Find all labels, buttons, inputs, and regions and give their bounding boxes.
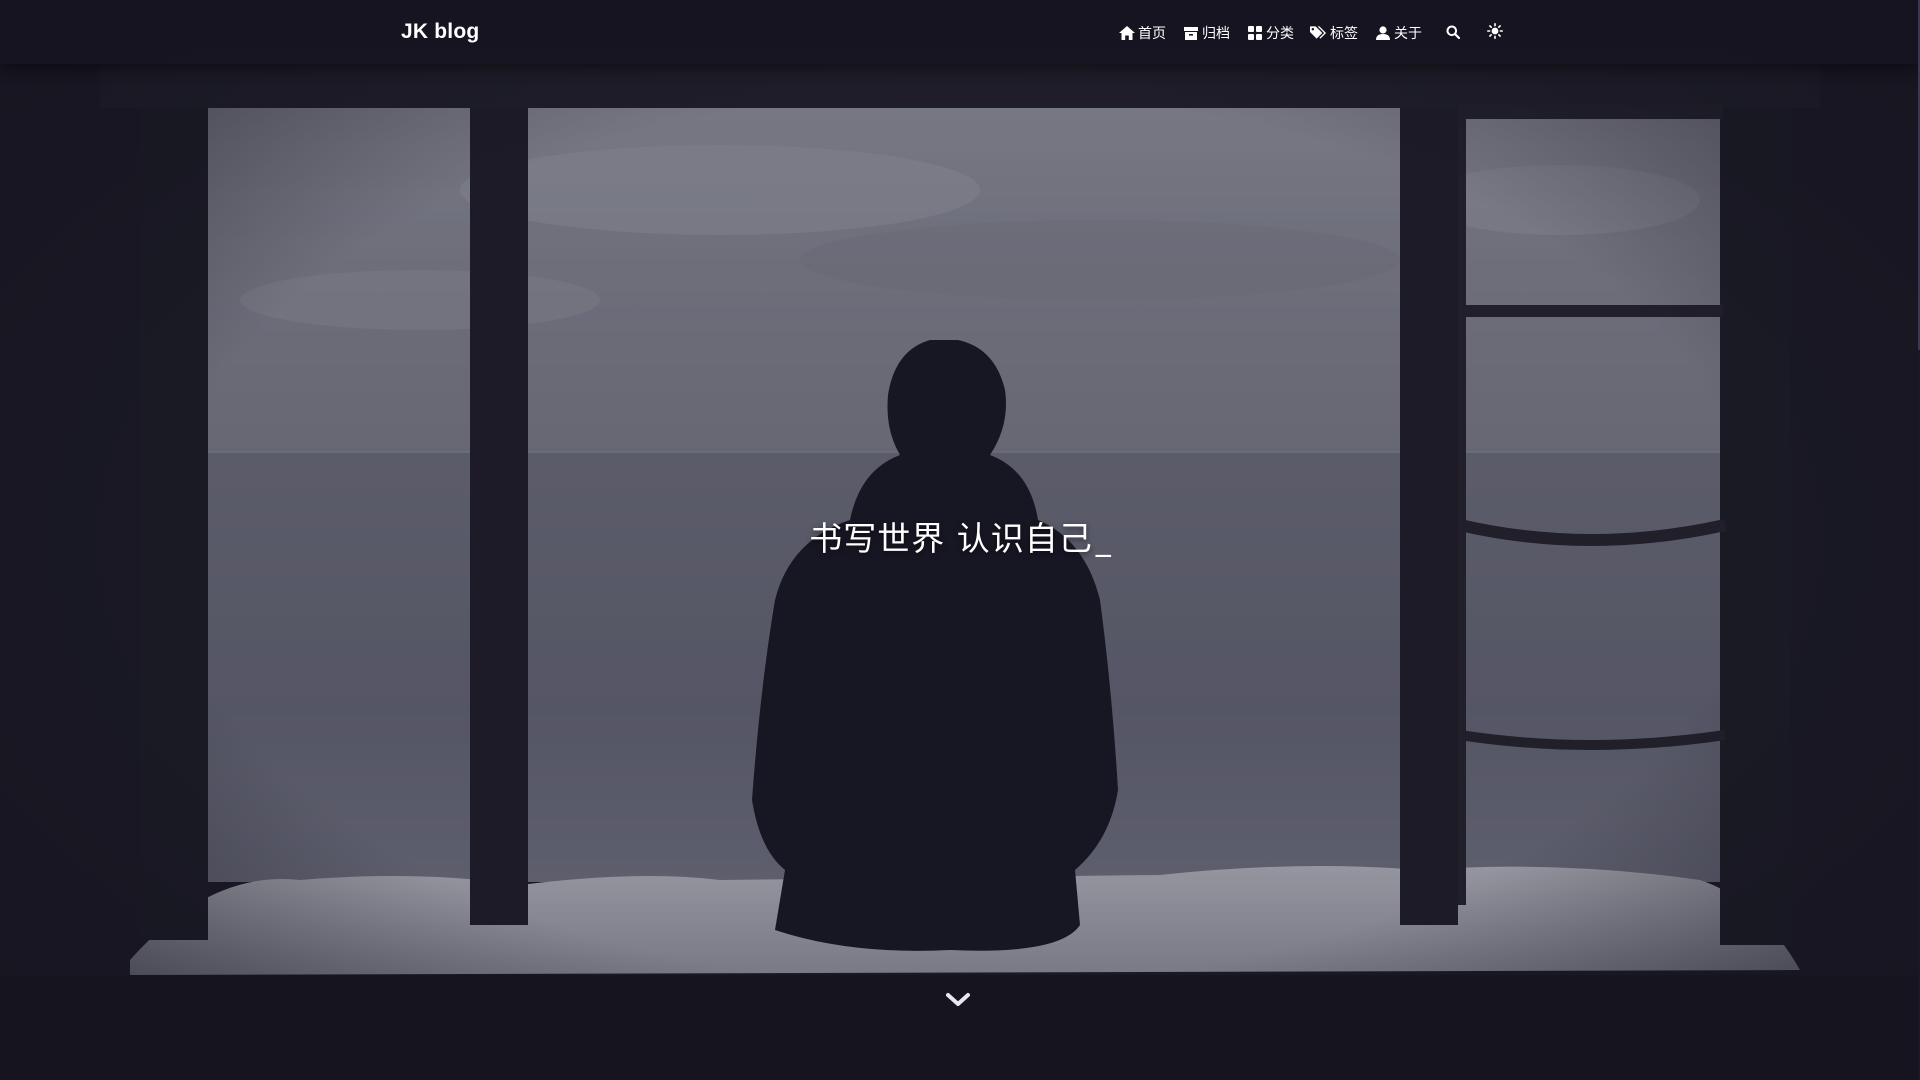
- nav-item-category-label: 分类: [1266, 26, 1294, 42]
- hero-subtitle: 书写世界 认识自己: [809, 519, 1093, 558]
- nav-item-home[interactable]: 首页: [1118, 23, 1166, 43]
- nav-item-archive[interactable]: 归档: [1182, 23, 1230, 43]
- user-icon: [1374, 25, 1391, 41]
- navbar: JK blog 首页 归档 分类 标签 关于: [0, 0, 1920, 64]
- nav-item-category[interactable]: 分类: [1246, 23, 1294, 43]
- category-icon: [1246, 25, 1263, 41]
- chevron-down-icon: [946, 992, 970, 1012]
- scroll-down-button[interactable]: [943, 990, 973, 1014]
- nav-item-about[interactable]: 关于: [1374, 23, 1422, 43]
- home-icon: [1118, 25, 1135, 41]
- page: JK blog 首页 归档 分类 标签 关于 书写世界 认识自己 _: [0, 0, 1920, 1080]
- archive-icon: [1182, 25, 1199, 41]
- theme-toggle-icon: [1487, 23, 1503, 43]
- search-button[interactable]: [1442, 22, 1464, 44]
- tags-icon: [1310, 25, 1327, 41]
- nav-item-archive-label: 归档: [1202, 26, 1230, 42]
- brand-title[interactable]: JK blog: [401, 20, 479, 44]
- nav-menu: 首页 归档 分类 标签 关于: [1118, 21, 1522, 45]
- nav-item-tags[interactable]: 标签: [1310, 23, 1358, 43]
- theme-toggle-button[interactable]: [1484, 22, 1506, 44]
- typing-cursor: _: [1095, 523, 1111, 558]
- search-icon: [1446, 24, 1461, 43]
- nav-item-home-label: 首页: [1138, 26, 1166, 42]
- hero-subtitle-container: 书写世界 认识自己 _: [0, 512, 1920, 560]
- nav-item-about-label: 关于: [1394, 26, 1422, 42]
- nav-item-tags-label: 标签: [1330, 26, 1358, 42]
